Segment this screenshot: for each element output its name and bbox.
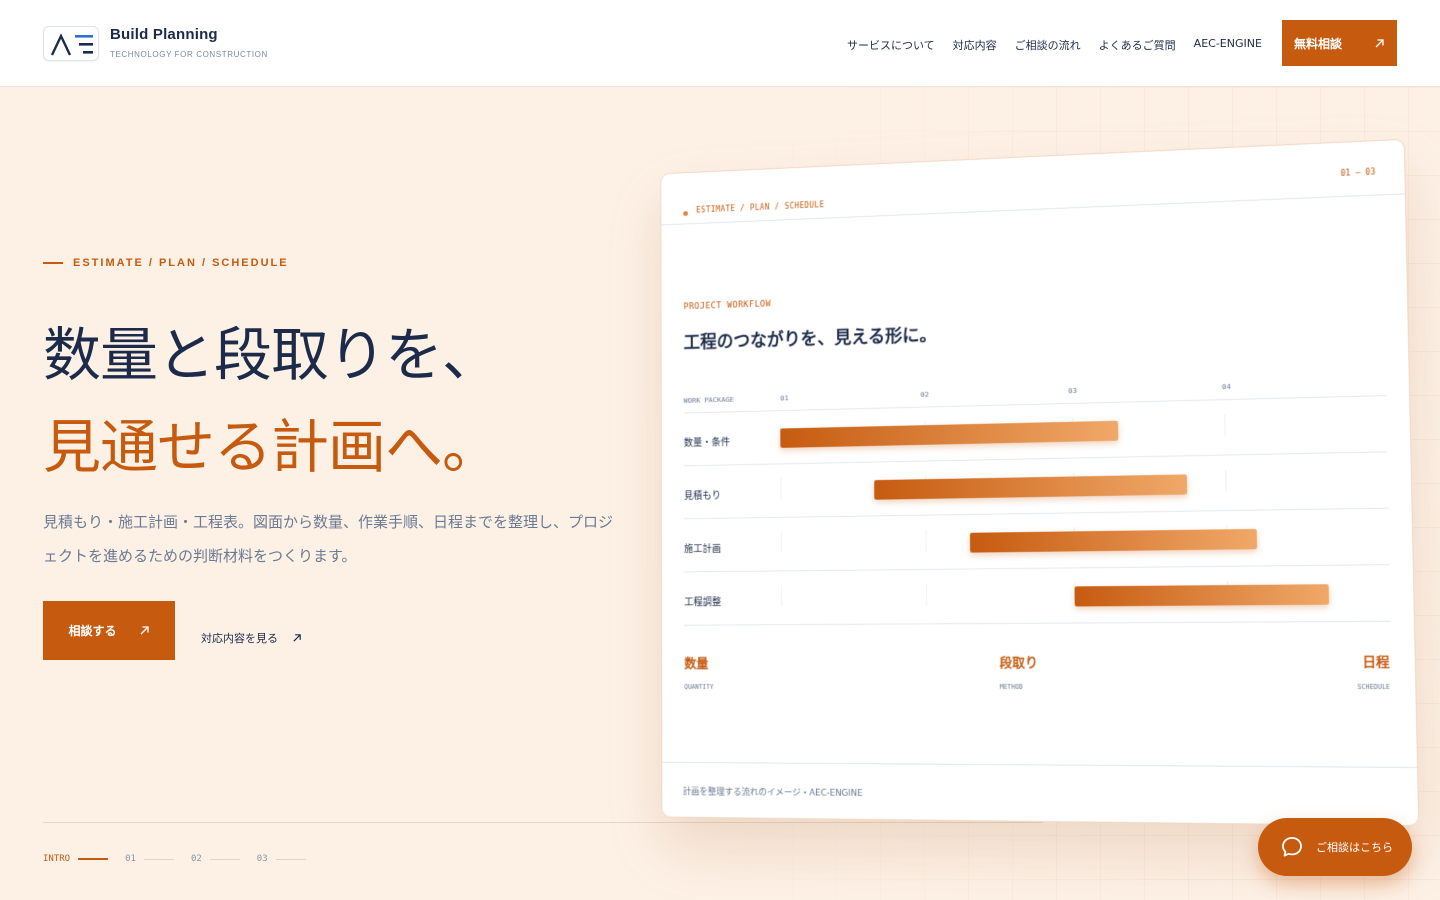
step-label: INTRO <box>43 854 71 864</box>
gantt-gridline <box>925 583 928 606</box>
gantt-row: 工程調整 <box>684 565 1391 626</box>
gantt-bar <box>780 420 1118 448</box>
metric-label: 数量 <box>684 656 709 672</box>
hero-title-line-2: 見通せる計画へ。 <box>43 413 500 481</box>
gantt-gridline <box>781 585 783 607</box>
chat-bubble-icon <box>1282 837 1302 857</box>
card-footer-caption: 計画を整理する流れのイメージ・AEC-ENGINE <box>682 787 863 799</box>
brand-logo[interactable] <box>43 26 99 61</box>
gantt-row-label: 見積もり <box>683 490 721 502</box>
gantt-bar <box>1074 584 1329 607</box>
gantt-row: 施工計画 <box>683 508 1390 573</box>
nav-item-services[interactable]: 対応内容 <box>953 37 997 53</box>
gantt-gridline <box>780 531 782 553</box>
chat-button[interactable]: ご相談はこちら <box>1258 818 1412 876</box>
gantt-gridline <box>780 477 782 500</box>
brand-tagline: TECHNOLOGY FOR CONSTRUCTION <box>110 50 268 59</box>
metric-quantity: 数量 QUANTITY <box>684 653 713 691</box>
gantt-gridline <box>1224 414 1226 437</box>
gantt-column-header: WORK PACKAGE <box>683 394 734 405</box>
arrow-up-right-icon <box>140 626 149 635</box>
step-label: 03 <box>256 854 268 864</box>
card-counter: 01 — 03 <box>1340 167 1376 178</box>
view-services-label: 対応内容を見る <box>201 632 278 645</box>
card-eyebrow: PROJECT WORKFLOW <box>683 299 772 313</box>
arrow-up-right-icon <box>293 634 301 642</box>
step-label: 02 <box>190 854 202 864</box>
progress-divider <box>43 822 1043 823</box>
nav-item-flow[interactable]: ご相談の流れ <box>1015 37 1081 53</box>
ae-logo-icon <box>50 33 93 56</box>
metric-label: 段取り <box>999 655 1038 671</box>
gantt-row-label: 工程調整 <box>684 597 722 609</box>
step-bar <box>275 858 306 860</box>
hero-eyebrow: ESTIMATE / PLAN / SCHEDULE <box>43 257 289 269</box>
slide-steps: INTRO 01 02 03 <box>43 854 323 864</box>
step-bar <box>209 858 240 860</box>
metric-sub: METHOD <box>999 682 1023 691</box>
hero-title-line-1: 数量と段取りを、 <box>43 321 500 389</box>
gantt-bar <box>874 474 1188 500</box>
card-title: 工程のつながりを、見える形に。 <box>683 324 937 354</box>
step-label: 01 <box>125 854 136 864</box>
free-consult-button[interactable]: 無料相談 <box>1282 20 1397 66</box>
gantt-period-02: 02 <box>920 389 930 399</box>
consult-button[interactable]: 相談する <box>43 601 175 660</box>
card-breadcrumb: ESTIMATE / PLAN / SCHEDULE <box>696 200 825 215</box>
nav-item-aec-engine[interactable]: AEC-ENGINE <box>1194 37 1262 53</box>
step-01[interactable]: 01 <box>125 854 174 864</box>
step-intro[interactable]: INTRO <box>43 854 109 864</box>
metric-sub: SCHEDULE <box>1357 682 1391 692</box>
step-03[interactable]: 03 <box>257 854 306 864</box>
metric-method: 段取り METHOD <box>999 652 1038 691</box>
free-consult-label: 無料相談 <box>1293 36 1342 51</box>
main-nav: サービスについて 対応内容 ご相談の流れ よくあるご質問 AEC-ENGINE <box>847 37 1262 53</box>
metric-schedule: 日程 SCHEDULE <box>1357 651 1391 692</box>
nav-item-about[interactable]: サービスについて <box>847 37 935 53</box>
gantt-period-04: 04 <box>1221 381 1232 392</box>
metric-sub: QUANTITY <box>684 682 714 691</box>
workflow-card: ESTIMATE / PLAN / SCHEDULE 01 — 03 PROJE… <box>660 138 1420 827</box>
gantt-row-label: 数量・条件 <box>683 437 731 450</box>
gantt-gridline <box>925 529 927 552</box>
hero-eyebrow-text: ESTIMATE / PLAN / SCHEDULE <box>73 257 289 269</box>
step-bar <box>143 858 174 860</box>
view-services-link[interactable]: 対応内容を見る <box>201 630 302 646</box>
nav-item-faq[interactable]: よくあるご質問 <box>1099 37 1176 53</box>
brand-name[interactable]: Build Planning <box>110 26 218 43</box>
workflow-card-wrapper: ESTIMATE / PLAN / SCHEDULE 01 — 03 PROJE… <box>660 138 1420 827</box>
step-02[interactable]: 02 <box>191 854 240 864</box>
gantt-period-03: 03 <box>1068 385 1078 396</box>
card-footer: 計画を整理する流れのイメージ・AEC-ENGINE <box>662 761 1419 827</box>
metric-label: 日程 <box>1362 654 1390 671</box>
status-dot-icon <box>683 211 688 216</box>
hero-description: 見積もり・施工計画・工程表。図面から数量、作業手順、日程までを整理し、プロジェク… <box>43 513 614 565</box>
site-header: Build Planning TECHNOLOGY FOR CONSTRUCTI… <box>0 0 1440 87</box>
step-bar <box>78 858 109 860</box>
eyebrow-line <box>43 262 63 264</box>
consult-button-label: 相談する <box>68 624 117 638</box>
gantt-bar <box>969 528 1258 553</box>
gantt-row-label: 施工計画 <box>684 543 722 556</box>
gantt-gridline <box>1225 469 1227 492</box>
arrow-up-right-icon <box>1375 38 1384 47</box>
gantt-period-01: 01 <box>780 393 789 403</box>
chat-button-label: ご相談はこちら <box>1316 841 1393 854</box>
